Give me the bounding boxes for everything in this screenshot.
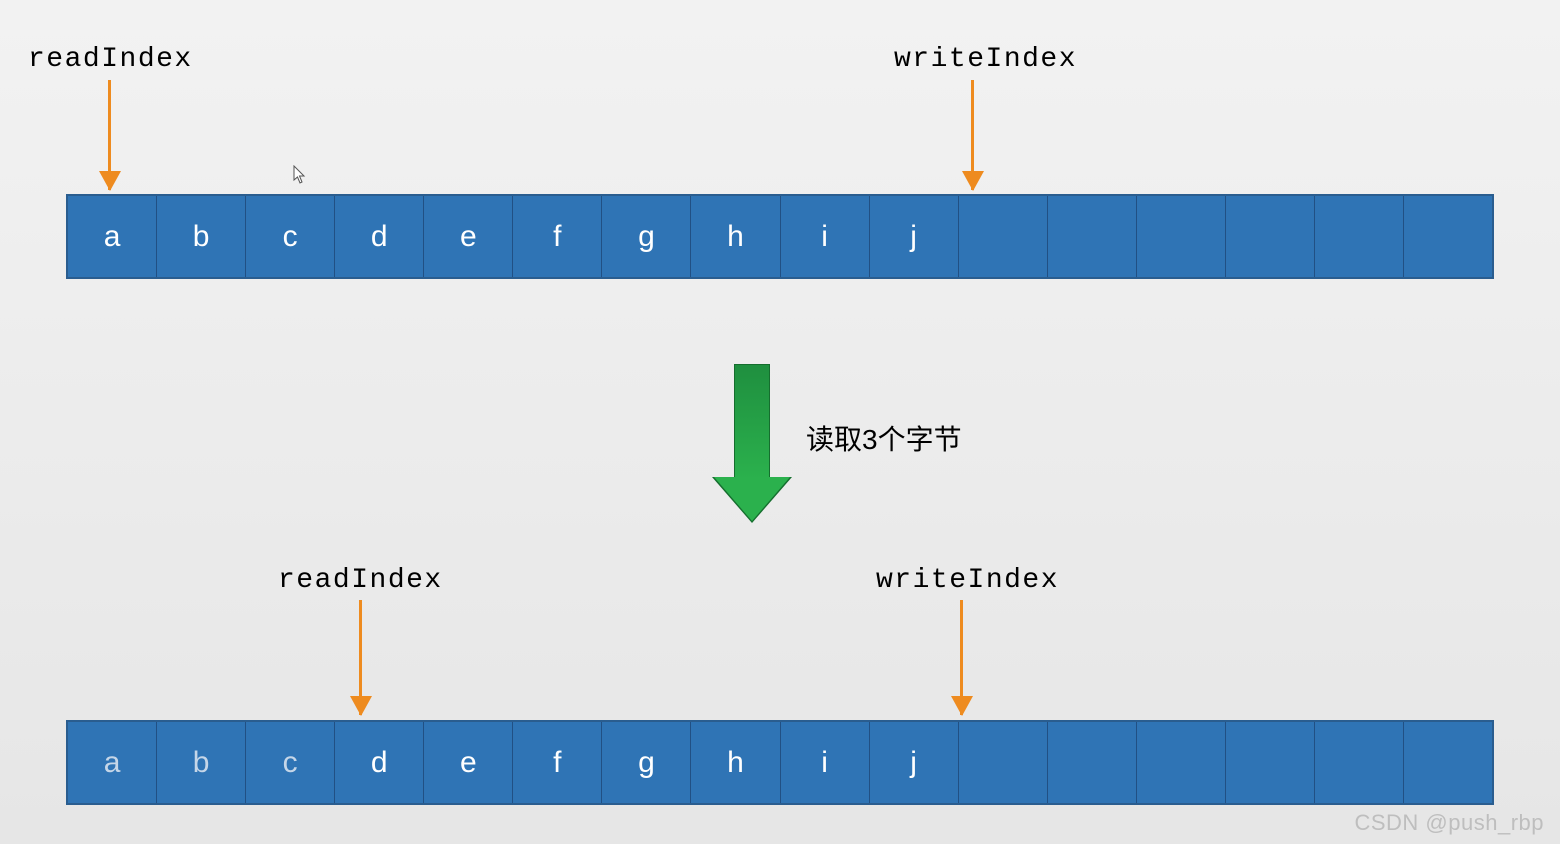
buffer-cell: f — [513, 196, 602, 277]
transition-arrow-icon — [734, 364, 770, 480]
buffer-cell — [1315, 196, 1404, 277]
transition-label: 读取3个字节 — [806, 418, 962, 458]
buffer-cell: j — [870, 722, 959, 803]
write-index-arrow-top — [971, 80, 974, 190]
buffer-cell — [959, 196, 1048, 277]
write-index-arrow-bottom — [960, 600, 963, 715]
buffer-cell — [1226, 196, 1315, 277]
buffer-cell: i — [781, 196, 870, 277]
buffer-cell — [1404, 196, 1492, 277]
buffer-cell: b — [157, 196, 246, 277]
buffer-cell: g — [602, 722, 691, 803]
buffer-cell: f — [513, 722, 602, 803]
write-index-label-bottom: writeIndex — [876, 565, 1059, 596]
watermark: CSDN @push_rbp — [1354, 810, 1544, 836]
buffer-cell — [1048, 722, 1137, 803]
buffer-cell: e — [424, 196, 513, 277]
read-index-arrow-top — [108, 80, 111, 190]
buffer-cell: e — [424, 722, 513, 803]
buffer-cell: c — [246, 722, 335, 803]
read-index-label-bottom: readIndex — [278, 565, 443, 596]
buffer-cell — [1137, 722, 1226, 803]
buffer-cell: h — [691, 196, 780, 277]
buffer-after: a b c d e f g h i j — [66, 720, 1494, 805]
buffer-cell: j — [870, 196, 959, 277]
buffer-cell — [1048, 196, 1137, 277]
buffer-cell — [1404, 722, 1492, 803]
buffer-cell: d — [335, 196, 424, 277]
buffer-cell: a — [68, 722, 157, 803]
buffer-cell — [1315, 722, 1404, 803]
buffer-cell: d — [335, 722, 424, 803]
mouse-cursor-icon — [293, 165, 307, 185]
buffer-cell — [959, 722, 1048, 803]
read-index-arrow-bottom — [359, 600, 362, 715]
buffer-before: a b c d e f g h i j — [66, 194, 1494, 279]
buffer-cell: c — [246, 196, 335, 277]
buffer-cell: g — [602, 196, 691, 277]
read-index-label-top: readIndex — [28, 44, 193, 75]
buffer-cell: a — [68, 196, 157, 277]
buffer-cell: h — [691, 722, 780, 803]
write-index-label-top: writeIndex — [894, 44, 1077, 75]
buffer-cell — [1226, 722, 1315, 803]
buffer-cell: i — [781, 722, 870, 803]
buffer-cell: b — [157, 722, 246, 803]
buffer-cell — [1137, 196, 1226, 277]
